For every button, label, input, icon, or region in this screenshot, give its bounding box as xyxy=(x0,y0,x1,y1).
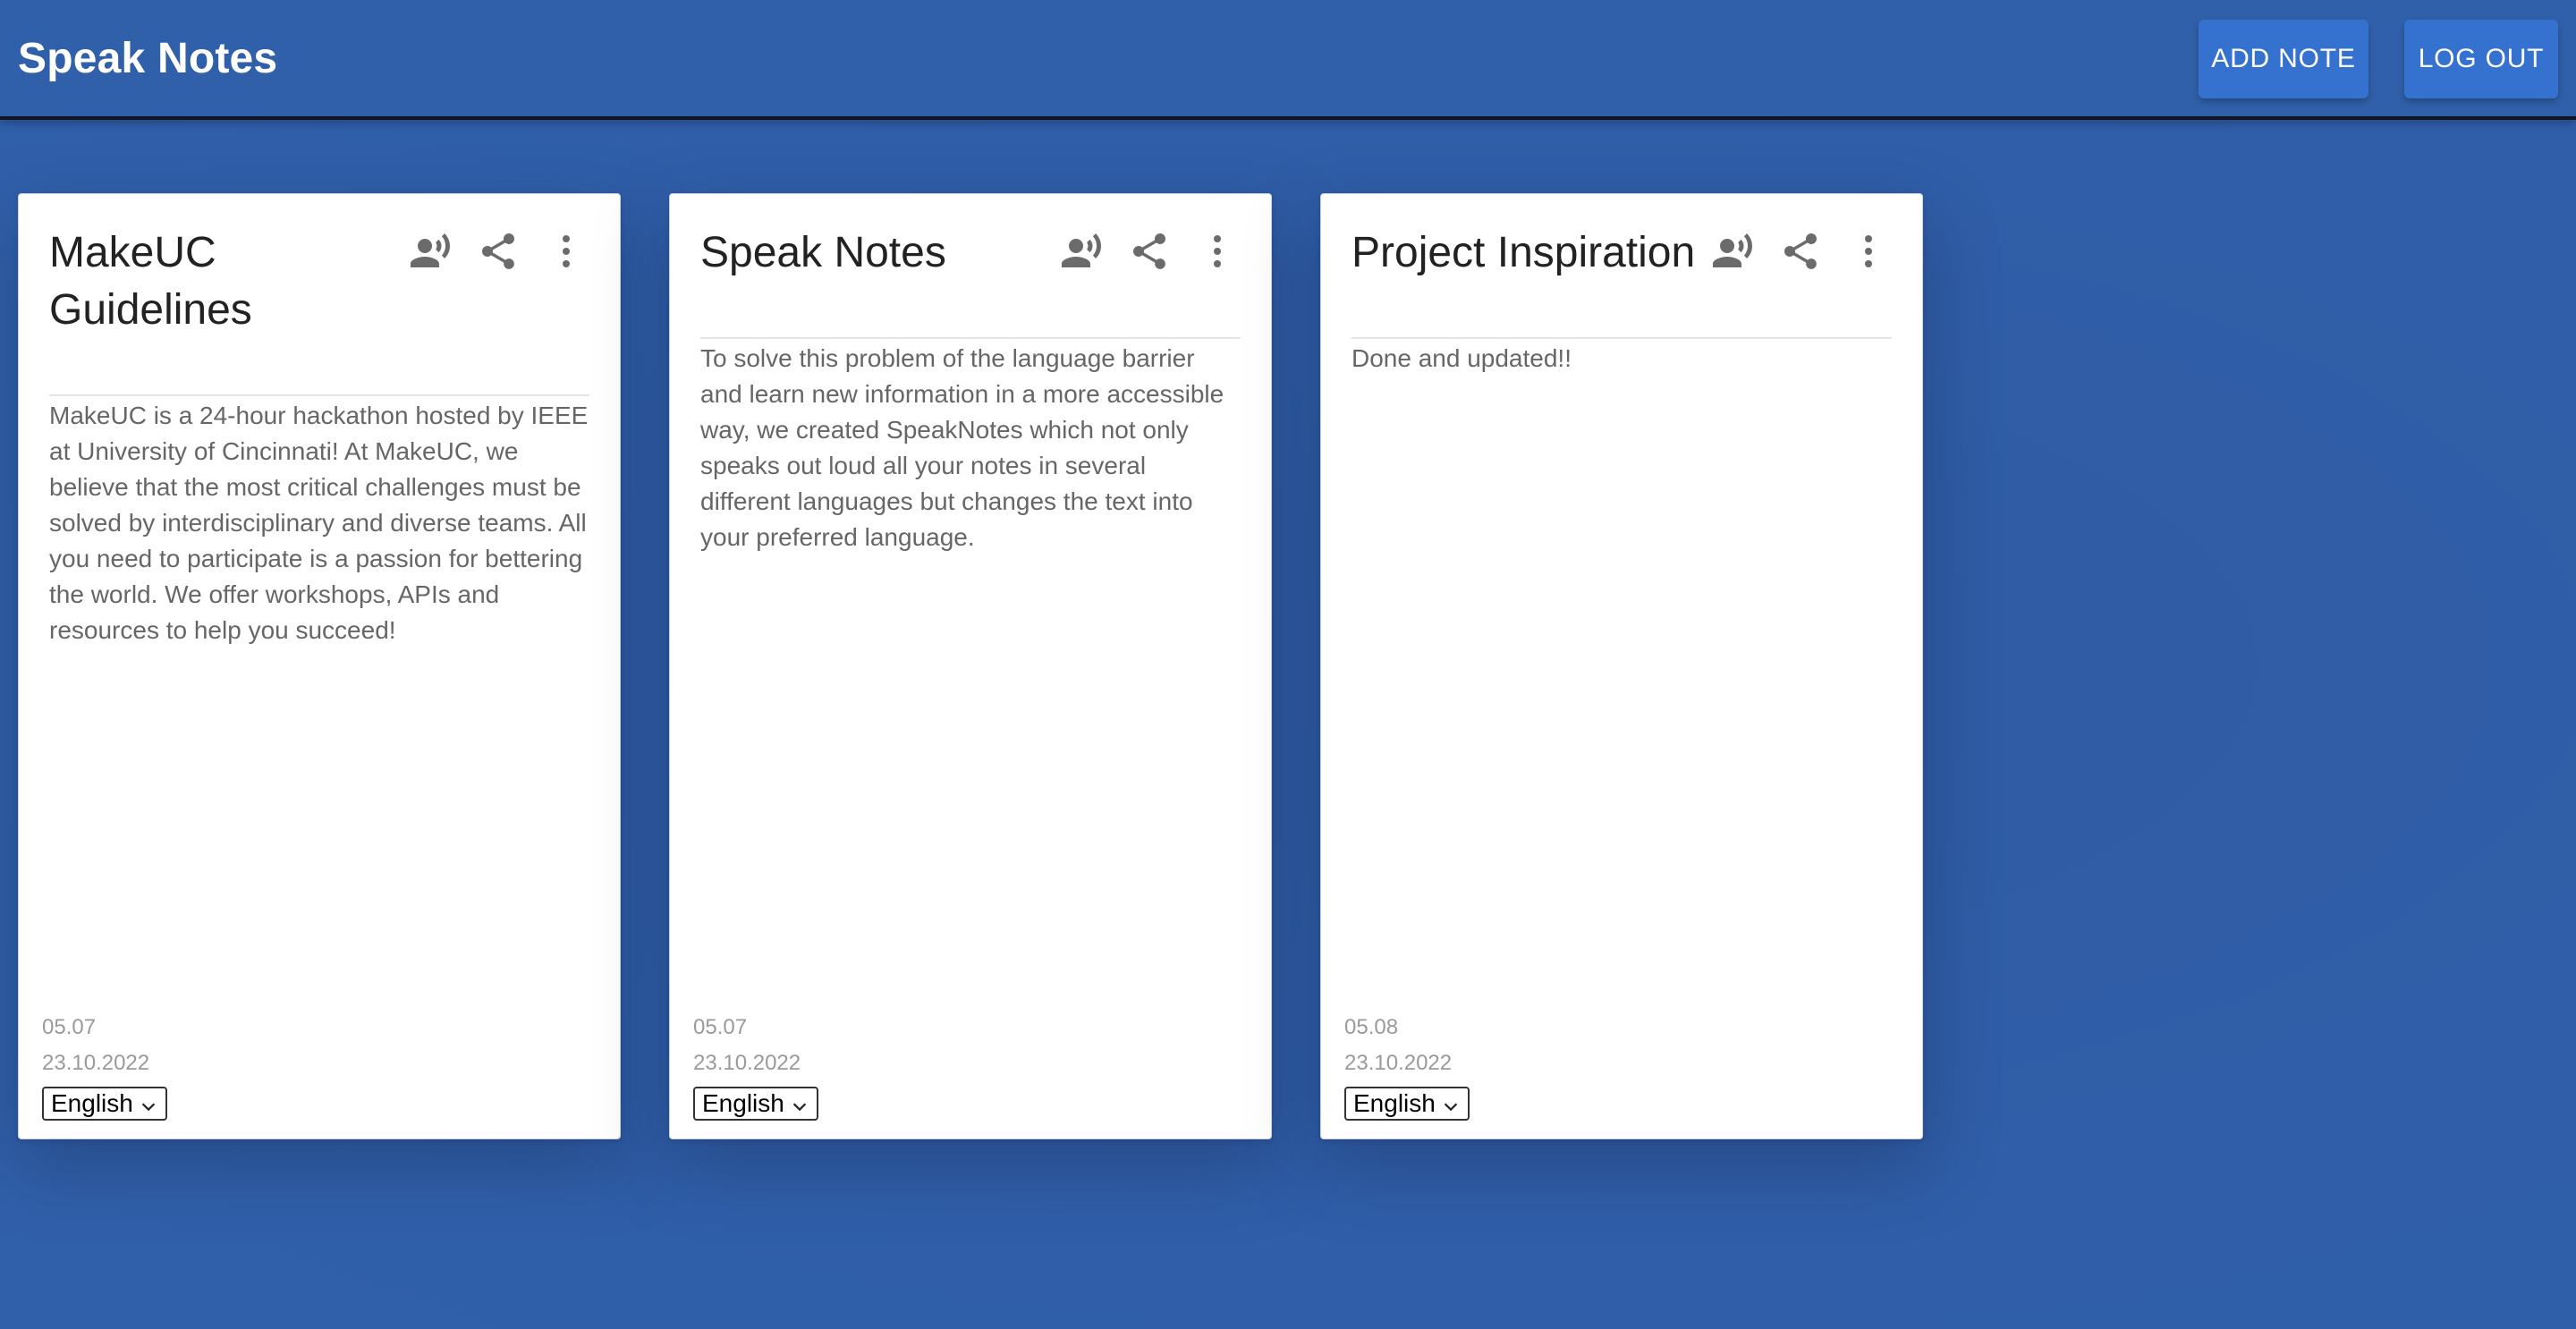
language-select-value: English xyxy=(51,1089,133,1117)
note-actions xyxy=(409,230,588,273)
note-actions xyxy=(1060,230,1239,273)
share-icon[interactable] xyxy=(1779,230,1822,273)
note-body: To solve this problem of the language ba… xyxy=(700,344,1224,551)
page: Speak Notes ADD NOTE LOG OUT MakeUC Guid… xyxy=(0,0,2576,1329)
more-vert-icon[interactable] xyxy=(1196,230,1239,273)
chevron-down-icon xyxy=(790,1094,809,1113)
language-select[interactable]: English xyxy=(693,1087,818,1121)
note-date: 23.10.2022 xyxy=(693,1051,801,1075)
note-time: 05.08 xyxy=(1344,1015,1399,1039)
chevron-down-icon xyxy=(1441,1094,1461,1113)
language-select[interactable]: English xyxy=(42,1087,167,1121)
note-body: MakeUC is a 24-hour hackathon hosted by … xyxy=(49,402,589,644)
note-divider xyxy=(49,394,589,396)
note-actions xyxy=(1711,230,1890,273)
note-card: Speak Notes To solve this problem of the… xyxy=(669,193,1272,1139)
record-voice-icon[interactable] xyxy=(1711,230,1754,273)
add-note-button[interactable]: ADD NOTE xyxy=(2199,20,2368,98)
note-title: MakeUC Guidelines xyxy=(49,229,252,334)
note-title: Project Inspiration xyxy=(1352,229,1696,276)
note-title: Speak Notes xyxy=(700,229,946,276)
chevron-down-icon xyxy=(139,1094,158,1113)
note-card: MakeUC Guidelines MakeUC is a 24-hour ha… xyxy=(18,193,621,1139)
app-title: Speak Notes xyxy=(18,35,278,82)
language-select[interactable]: English xyxy=(1344,1087,1470,1121)
note-divider xyxy=(700,337,1241,339)
more-vert-icon[interactable] xyxy=(1847,230,1890,273)
language-select-value: English xyxy=(702,1089,784,1117)
language-select-value: English xyxy=(1353,1089,1436,1117)
note-body: Done and updated!! xyxy=(1352,344,1572,372)
share-icon[interactable] xyxy=(1128,230,1171,273)
note-time: 05.07 xyxy=(693,1015,748,1039)
note-card: Project Inspiration Done and updated!! 0… xyxy=(1320,193,1923,1139)
log-out-button[interactable]: LOG OUT xyxy=(2404,20,2558,98)
more-vert-icon[interactable] xyxy=(545,230,588,273)
record-voice-icon[interactable] xyxy=(409,230,452,273)
share-icon[interactable] xyxy=(477,230,520,273)
note-date: 23.10.2022 xyxy=(1344,1051,1453,1075)
record-voice-icon[interactable] xyxy=(1060,230,1103,273)
note-time: 05.07 xyxy=(42,1015,97,1039)
note-divider xyxy=(1352,337,1892,339)
note-date: 23.10.2022 xyxy=(42,1051,150,1075)
app-bar: Speak Notes ADD NOTE LOG OUT xyxy=(0,0,2576,120)
